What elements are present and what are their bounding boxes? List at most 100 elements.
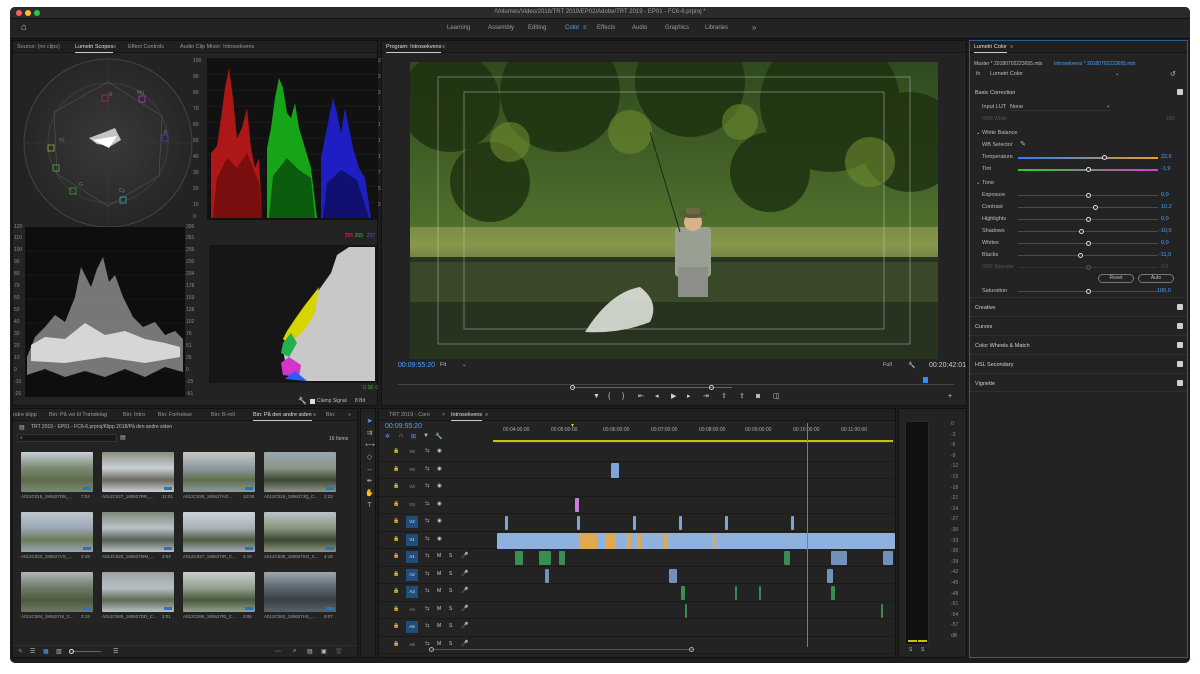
zoom-handle-right[interactable]	[709, 385, 714, 390]
hand-tool-icon[interactable]: ✋	[365, 489, 374, 498]
track-label[interactable]: A3	[406, 586, 418, 598]
tint-value[interactable]: -1,9	[1161, 166, 1170, 172]
sync-lock-icon[interactable]: ⇆	[425, 571, 430, 577]
clip-thumbnail[interactable]	[264, 572, 336, 612]
voice-over-record-icon[interactable]: 🎤	[461, 640, 468, 647]
nest-icon[interactable]: ⊞	[411, 433, 416, 440]
mute-track-button[interactable]: M	[437, 588, 441, 594]
highlights-knob[interactable]	[1086, 217, 1091, 222]
solo-track-button[interactable]: S	[449, 623, 452, 629]
sort-icon[interactable]: ☰	[113, 648, 118, 655]
timeline-zoom-handle-left[interactable]	[429, 647, 434, 652]
exposure-value[interactable]: 0,0	[1161, 192, 1169, 198]
clip-thumbnail[interactable]	[102, 452, 174, 492]
icon-view-icon[interactable]: ▦	[43, 648, 49, 655]
toggle-output-eye-icon[interactable]: ◉	[437, 536, 442, 542]
step-back-icon[interactable]: ◂	[655, 393, 659, 401]
saturation-value[interactable]: 100,0	[1157, 288, 1171, 294]
input-lut-select[interactable]: None	[1010, 104, 1110, 111]
section-vignette[interactable]: Vignette	[970, 373, 1187, 392]
mute-track-button[interactable]: M	[437, 571, 441, 577]
tab-lumetri-scopes[interactable]: Lumetri Scopes	[75, 44, 114, 53]
slip-tool-icon[interactable]: ↔	[365, 465, 374, 474]
sync-lock-icon[interactable]: ⇆	[425, 448, 430, 454]
export-frame-icon[interactable]: ◙	[756, 393, 760, 401]
new-item-icon[interactable]: ▣	[321, 648, 327, 655]
mark-out-icon[interactable]: }	[622, 393, 624, 401]
timeline-clip[interactable]	[633, 515, 636, 530]
bin-search-input[interactable]: ⌕	[17, 434, 117, 442]
track-lock-icon[interactable]: 🔒	[393, 483, 399, 489]
program-time-ruler[interactable]	[398, 377, 954, 385]
curves-checkbox[interactable]	[1177, 323, 1183, 329]
go-to-out-icon[interactable]: ⇥	[703, 393, 709, 401]
timeline-clip[interactable]	[579, 533, 597, 549]
workspace-audio[interactable]: Audio	[632, 25, 647, 31]
track-lock-icon[interactable]: 🔒	[393, 536, 399, 542]
shadows-slider[interactable]	[1018, 229, 1158, 234]
voice-over-record-icon[interactable]: 🎤	[461, 605, 468, 612]
saturation-knob[interactable]	[1086, 289, 1091, 294]
tab-sequence-core[interactable]: TRT 2019 - Core	[389, 412, 430, 418]
add-marker-icon[interactable]: ▼	[593, 393, 600, 401]
voice-over-record-icon[interactable]: 🎤	[461, 587, 468, 594]
sequence-clip-label[interactable]: Introsekvens * 20180702223655.mts	[1054, 61, 1135, 67]
zoom-handle-left[interactable]	[570, 385, 575, 390]
timeline-clip[interactable]	[679, 515, 682, 530]
timeline-clip[interactable]	[575, 498, 579, 512]
solo-right-button[interactable]: S	[921, 647, 924, 653]
tab-audio-clip-mixer[interactable]: Audio Clip Mixer: Introsekvens	[180, 44, 254, 50]
solo-track-button[interactable]: S	[449, 641, 452, 647]
track-lock-icon[interactable]: 🔒	[393, 641, 399, 647]
track-lock-icon[interactable]: 🔒	[393, 571, 399, 577]
audio-clip[interactable]	[559, 551, 565, 565]
reset-effect-icon[interactable]: ↺	[1170, 70, 1176, 78]
track-lock-icon[interactable]: 🔒	[393, 518, 399, 524]
track-lock-icon[interactable]: 🔒	[393, 501, 399, 507]
timeline-marker-icon[interactable]: ▾	[571, 422, 574, 429]
vignette-checkbox[interactable]	[1177, 380, 1183, 386]
selection-tool-icon[interactable]: ➤	[365, 417, 374, 426]
timeline-zoom-handle-right[interactable]	[689, 647, 694, 652]
track-label[interactable]: V1	[406, 533, 418, 546]
comparison-view-icon[interactable]: ◫	[773, 393, 780, 401]
track-label[interactable]: V2	[406, 516, 418, 528]
timeline-clip[interactable]	[611, 463, 619, 478]
shadows-knob[interactable]	[1079, 229, 1084, 234]
audio-clip[interactable]	[539, 551, 551, 565]
mark-in-icon[interactable]: {	[608, 393, 610, 401]
audio-clip[interactable]	[784, 551, 790, 565]
go-to-in-icon[interactable]: ⇤	[638, 393, 644, 401]
sync-lock-icon[interactable]: ⇆	[425, 501, 430, 507]
lumetri-menu-icon[interactable]: ≡	[1010, 44, 1013, 50]
tab-program[interactable]: Program: Introsekvens	[386, 44, 442, 53]
workspace-effects[interactable]: Effects	[597, 25, 615, 31]
exposure-slider[interactable]	[1018, 193, 1158, 198]
clip-thumbnail[interactable]	[183, 572, 255, 612]
white-balance-caret-icon[interactable]: ⌄	[976, 130, 981, 136]
highlights-value[interactable]: 0,0	[1161, 216, 1169, 222]
lift-icon[interactable]: ⇧	[721, 393, 727, 401]
tab-effect-controls[interactable]: Effect Controls	[128, 44, 164, 50]
timeline-clip[interactable]	[725, 515, 728, 530]
shadows-value[interactable]: -10,0	[1159, 228, 1172, 234]
tab-source[interactable]: Source: (no clips)	[17, 44, 60, 50]
temperature-slider[interactable]	[1018, 155, 1158, 160]
toggle-output-eye-icon[interactable]: ◉	[437, 518, 442, 524]
voice-over-record-icon[interactable]: 🎤	[461, 622, 468, 629]
workspace-menu-icon[interactable]: ≡	[583, 25, 587, 31]
tab-bin-b-roll[interactable]: Bin: B-roll	[211, 412, 235, 418]
sync-lock-icon[interactable]: ⇆	[425, 483, 430, 489]
snap-icon[interactable]: ✲	[385, 433, 390, 440]
toggle-output-eye-icon[interactable]: ◉	[437, 448, 442, 454]
program-timecode[interactable]: 00:09:55:20	[398, 362, 435, 369]
tab-bin-forhekse[interactable]: Bin: Forhekse	[158, 412, 192, 418]
tab-bin-intro[interactable]: Bin: Intro	[123, 412, 145, 418]
tab-bin-more[interactable]: Bin:	[326, 412, 335, 418]
new-folder-icon[interactable]: ▤	[307, 648, 313, 655]
automate-icon[interactable]: ⋯	[275, 648, 281, 655]
clear-icon[interactable]: 🗑	[335, 648, 343, 655]
workspace-color[interactable]: Color	[565, 25, 579, 31]
timeline-clip[interactable]	[627, 533, 631, 549]
tint-knob[interactable]	[1086, 167, 1091, 172]
